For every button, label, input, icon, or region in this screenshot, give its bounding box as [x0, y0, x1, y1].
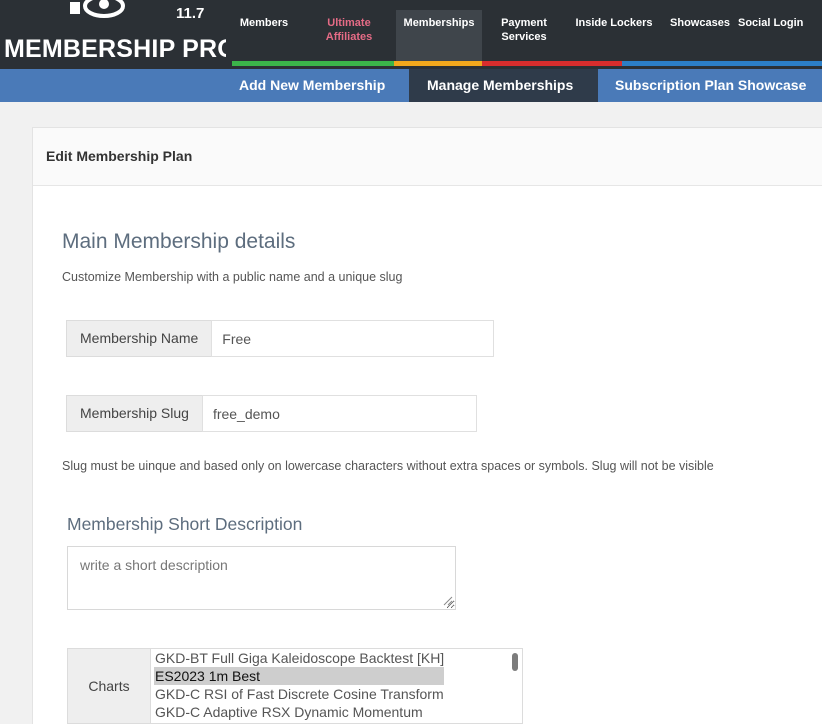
charts-label: Charts	[67, 648, 150, 724]
nav-social-login[interactable]: Social Login	[738, 10, 822, 61]
top-header: 11.7 MEMBERSHIP PRO Members Ultimate Aff…	[0, 0, 822, 71]
logo-version: 11.7	[176, 5, 205, 22]
slug-help-text: Slug must be uinque and based only on lo…	[62, 459, 714, 473]
nav-members[interactable]: Members	[232, 10, 296, 61]
charts-group: Charts GKD-BT Full Giga Kaleidoscope Bac…	[67, 648, 523, 724]
nav-payment-services[interactable]: Payment Services	[494, 10, 554, 61]
membership-slug-group: Membership Slug	[66, 395, 477, 432]
membership-pro-logo[interactable]: 11.7 MEMBERSHIP PRO	[0, 0, 226, 71]
chart-option-selected[interactable]: ES2023 1m Best	[154, 667, 444, 685]
chart-option[interactable]: GKD-C Adaptive RSX Dynamic Momentum	[154, 703, 444, 721]
charts-multiselect[interactable]: GKD-BT Full Giga Kaleidoscope Backtest […	[150, 648, 523, 724]
short-description-textarea[interactable]	[67, 546, 456, 610]
main-details-heading: Main Membership details	[62, 230, 296, 253]
nav-ultimate-affiliates[interactable]: Ultimate Affiliates	[314, 10, 384, 61]
membership-slug-label: Membership Slug	[66, 395, 202, 432]
membership-name-group: Membership Name	[66, 320, 495, 357]
membership-name-input[interactable]	[211, 320, 495, 357]
page-title: Edit Membership Plan	[46, 148, 193, 164]
subnav-subscription-plan-showcase[interactable]: Subscription Plan Showcase	[607, 69, 822, 102]
panel-header: Edit Membership Plan	[33, 128, 822, 186]
nav-memberships[interactable]: Memberships	[396, 10, 482, 61]
accent-bar-orange	[394, 61, 482, 66]
nav-showcases[interactable]: Showcases	[666, 10, 734, 61]
nav-inside-lockers[interactable]: Inside Lockers	[570, 10, 658, 61]
chart-option[interactable]: GKD-BT Full Giga Kaleidoscope Backtest […	[154, 649, 444, 667]
membership-name-label: Membership Name	[66, 320, 212, 357]
logo-emblem-icon	[70, 0, 125, 18]
main-details-description: Customize Membership with a public name …	[62, 270, 403, 284]
resize-grip-icon[interactable]	[443, 596, 453, 606]
accent-bar-red	[482, 61, 622, 66]
membership-slug-input[interactable]	[201, 395, 477, 432]
subnav-add-new-membership[interactable]: Add New Membership	[231, 69, 409, 102]
logo-text: MEMBERSHIP PRO	[4, 35, 226, 63]
chart-option[interactable]: GKD-C RSI of Fast Discrete Cosine Transf…	[154, 685, 444, 703]
charts-scrollbar[interactable]	[512, 653, 518, 671]
accent-bar-blue	[622, 61, 822, 66]
accent-bar-green	[232, 61, 394, 66]
sub-nav: Add New Membership Manage Memberships Su…	[0, 69, 822, 102]
short-description-heading: Membership Short Description	[67, 514, 303, 534]
subnav-manage-memberships[interactable]: Manage Memberships	[409, 69, 598, 102]
